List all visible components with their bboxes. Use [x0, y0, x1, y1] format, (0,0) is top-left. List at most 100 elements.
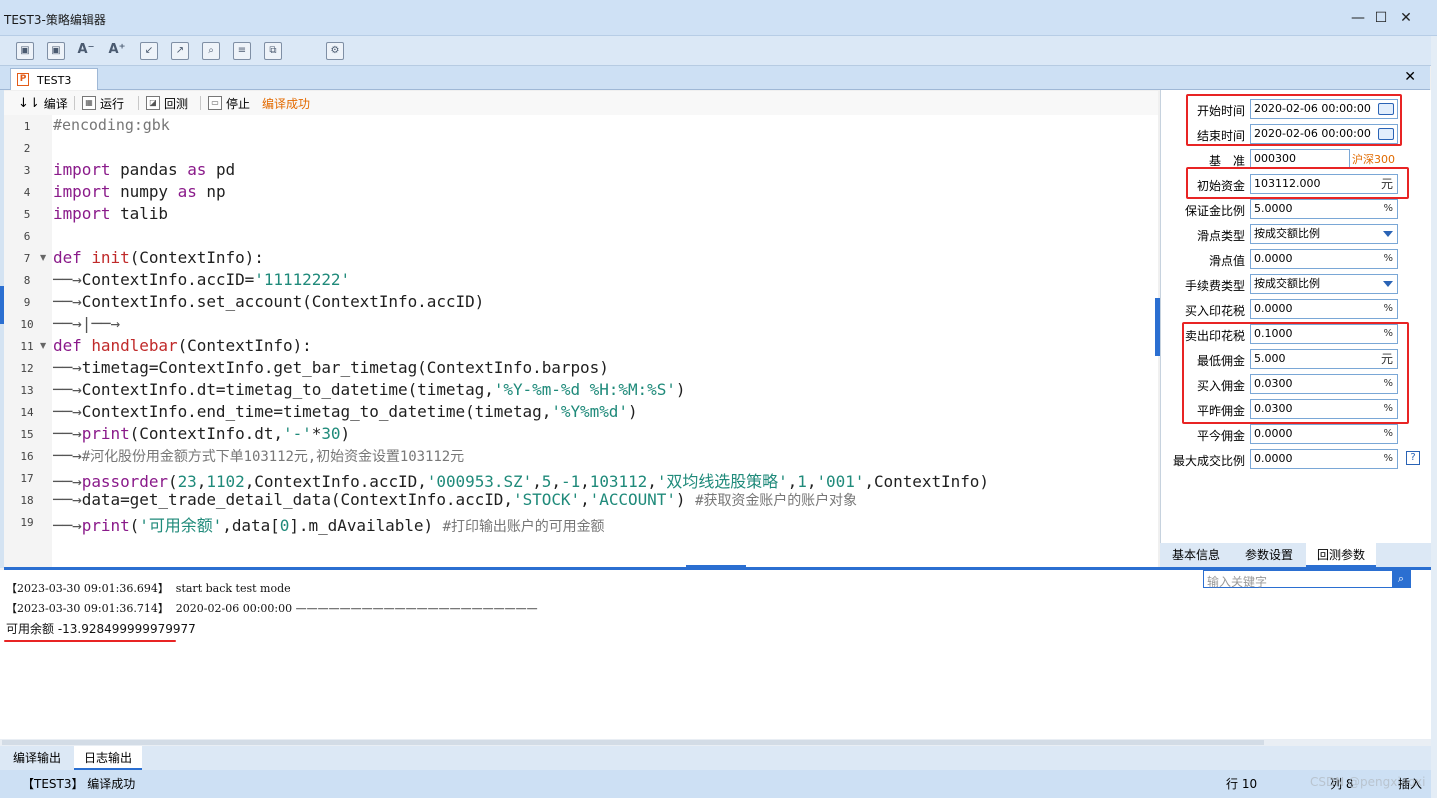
copy-icon[interactable]: ⧉ — [264, 42, 282, 60]
backtest-button[interactable]: ◪ 回测 — [146, 95, 188, 111]
code-line: 10 ──→|──→ — [4, 313, 1158, 335]
max-volume-ratio-field[interactable]: 0.0000% — [1250, 449, 1398, 469]
buy-stamp-tax-field[interactable]: 0.0000% — [1250, 299, 1398, 319]
stop-button[interactable]: ▭ 停止 — [208, 95, 250, 111]
window-edge — [1431, 36, 1437, 798]
param-slippage-value: 滑点值 0.0000% — [1161, 248, 1432, 270]
annotation-underline — [4, 640, 176, 642]
log-search-box[interactable]: 输入关键字 ⌕ — [1203, 570, 1411, 590]
code-line: 14 ──→ContextInfo.end_time=timetag_to_da… — [4, 401, 1158, 423]
code-text: ──→ContextInfo.accID='11112222' — [53, 270, 351, 289]
code-text: #encoding:gbk — [53, 116, 170, 134]
code-text: ──→|──→ — [53, 314, 121, 333]
editor-toolbar: ↓⇂ 编译 ▦ 运行 ◪ 回测 ▭ 停止 编译成功 — [4, 91, 1158, 115]
line-number: 14 — [20, 406, 34, 419]
import-icon[interactable]: ↙ — [140, 42, 158, 60]
minimize-icon[interactable]: — — [1346, 6, 1370, 30]
line-number: 18 — [20, 494, 34, 507]
code-line: 18 ──→data=get_trade_detail_data(Context… — [4, 489, 1158, 511]
line-number: 4 — [23, 186, 31, 199]
divider — [138, 96, 139, 110]
line-number: 3 — [23, 164, 31, 177]
tab-basic-info[interactable]: 基本信息 — [1160, 543, 1232, 567]
compile-label: 编译 — [43, 96, 68, 111]
code-line: 11 ▼ def handlebar(ContextInfo): — [4, 335, 1158, 357]
search-icon[interactable]: ⌕ — [1392, 571, 1410, 587]
close-today-commission-field[interactable]: 0.0000% — [1250, 424, 1398, 444]
stop-label: 停止 — [226, 96, 251, 111]
line-number: 2 — [23, 142, 31, 155]
code-text: ──→ContextInfo.dt=timetag_to_datetime(ti… — [53, 380, 686, 399]
close-tab-icon[interactable]: ✕ — [1404, 69, 1416, 85]
search-input[interactable]: 输入关键字 — [1207, 573, 1267, 590]
chevron-down-icon — [1383, 231, 1393, 237]
document-tab-strip: P TEST3 ✕ — [0, 66, 1430, 90]
log-line: 可用余额 -13.928499999979977 — [6, 622, 196, 636]
run-label: 运行 — [100, 96, 125, 111]
slippage-type-select[interactable]: 按成交额比例 — [1250, 224, 1398, 244]
code-line: 5 import talib — [4, 203, 1158, 225]
run-button[interactable]: ▦ 运行 — [82, 95, 124, 111]
save-icon[interactable]: ▣ — [16, 42, 34, 60]
benchmark-name: 沪深300 — [1352, 153, 1395, 166]
tab-param-settings[interactable]: 参数设置 — [1234, 543, 1304, 567]
slippage-value-field[interactable]: 0.0000% — [1250, 249, 1398, 269]
code-line: 2 — [4, 137, 1158, 159]
code-line: 13 ──→ContextInfo.dt=timetag_to_datetime… — [4, 379, 1158, 401]
code-line: 8 ──→ContextInfo.accID='11112222' — [4, 269, 1158, 291]
code-line: 12 ──→timetag=ContextInfo.get_bar_timeta… — [4, 357, 1158, 379]
log-line: 【2023-03-30 09:01:36.694】 start back tes… — [6, 582, 291, 595]
code-line: 16 ──→#河化股份用金额方式下单103112元,初始资金设置103112元 — [4, 445, 1158, 467]
fee-type-select[interactable]: 按成交额比例 — [1250, 274, 1398, 294]
horizontal-scrollbar[interactable] — [0, 739, 1431, 746]
line-number: 12 — [20, 362, 34, 375]
line-number: 19 — [20, 516, 34, 529]
code-text: ──→ContextInfo.end_time=timetag_to_datet… — [53, 402, 638, 421]
tab-test3[interactable]: P TEST3 — [10, 68, 98, 90]
code-line: 1 #encoding:gbk — [4, 115, 1158, 137]
benchmark-field[interactable]: 000300 — [1250, 149, 1350, 169]
settings-icon[interactable]: ⚙ — [326, 42, 344, 60]
right-panel-tabs: 基本信息 参数设置 回测参数 — [1160, 543, 1431, 567]
tab-label: TEST3 — [37, 74, 72, 87]
code-editor[interactable]: 1 #encoding:gbk 2 3 import pandas as pd … — [4, 115, 1158, 567]
code-text: import talib — [53, 204, 169, 223]
code-line: 4 import numpy as np — [4, 181, 1158, 203]
output-tabs: 编译输出 日志输出 — [0, 746, 1431, 770]
compile-icon: ↓⇂ — [18, 95, 40, 111]
title-bar: TEST3-策略编辑器 — ☐ ✕ — [0, 0, 1437, 36]
run-icon: ▦ — [82, 96, 96, 110]
annotation-box — [1186, 167, 1409, 199]
param-margin-ratio: 保证金比例 5.0000% — [1161, 198, 1432, 220]
compile-button[interactable]: ↓⇂ 编译 — [18, 95, 68, 111]
code-text: ──→#河化股份用金额方式下单103112元,初始资金设置103112元 — [53, 446, 465, 465]
document-icon[interactable]: ≡ — [233, 42, 251, 60]
margin-ratio-field[interactable]: 5.0000% — [1250, 199, 1398, 219]
maximize-icon[interactable]: ☐ — [1369, 6, 1393, 30]
tab-backtest-params[interactable]: 回测参数 — [1306, 543, 1376, 567]
tab-compile-output[interactable]: 编译输出 — [4, 746, 70, 770]
fold-toggle-icon[interactable]: ▼ — [40, 253, 46, 262]
tab-log-output[interactable]: 日志输出 — [74, 746, 142, 770]
line-number: 1 — [23, 120, 31, 133]
help-icon[interactable]: ? — [1406, 451, 1420, 465]
close-icon[interactable]: ✕ — [1394, 6, 1418, 30]
save-as-icon[interactable]: ▣ — [47, 42, 65, 60]
chevron-down-icon — [1383, 281, 1393, 287]
log-line: 【2023-03-30 09:01:36.714】 2020-02-06 00:… — [6, 602, 538, 615]
code-line: 7 ▼ def init(ContextInfo): — [4, 247, 1158, 269]
fold-toggle-icon[interactable]: ▼ — [40, 341, 46, 350]
export-icon[interactable]: ↗ — [171, 42, 189, 60]
annotation-box — [1186, 94, 1402, 146]
scrollbar-thumb[interactable] — [2, 740, 1264, 745]
insert-mode: 插入 — [1398, 777, 1423, 791]
code-line: 9 ──→ContextInfo.set_account(ContextInfo… — [4, 291, 1158, 313]
line-number: 16 — [20, 450, 34, 463]
line-number: 8 — [23, 274, 31, 287]
code-text: import pandas as pd — [53, 160, 236, 179]
font-increase-icon[interactable]: A⁺ — [108, 42, 126, 60]
find-icon[interactable]: ⌕ — [202, 42, 220, 60]
code-text: def init(ContextInfo): — [53, 248, 264, 267]
font-decrease-icon[interactable]: A⁻ — [77, 42, 95, 60]
status-message: 【TEST3】 编译成功 — [22, 777, 136, 791]
